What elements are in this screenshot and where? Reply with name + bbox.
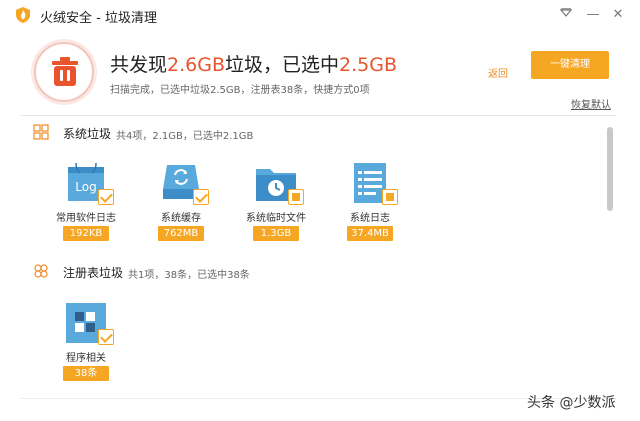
system-junk-title: 系统垃圾 [63,127,112,141]
svg-text:Log: Log [75,180,96,194]
title-bar: 火绒安全 - 垃圾清理 — ✕ [0,0,640,30]
one-click-clean-button[interactable]: 一键清理 [531,51,609,79]
scan-headline: 共发现2.6GB垃圾，已选中2.5GB [110,50,397,77]
checked-checkbox[interactable] [98,189,114,205]
huorong-shield-logo-icon [16,7,30,23]
partial-checkbox[interactable] [382,189,398,205]
checked-checkbox[interactable] [98,329,114,345]
checked-checkbox[interactable] [193,189,209,205]
item-label: 系统缓存 [161,213,201,224]
trash-badge [34,42,94,102]
restore-default-link[interactable]: 恢复默认 [571,96,611,111]
item-label: 系统日志 [350,213,390,224]
item-label: 程序相关 [66,353,106,364]
item-label: 系统临时文件 [246,213,306,224]
system-junk-summary: 共4项，2.1GB，已选中2.1GB [116,131,254,142]
junk-item-system-log[interactable]: 系统日志 37.4MB [330,161,410,251]
registry-flower-icon [34,264,48,278]
minimize-button[interactable]: — [584,6,602,24]
back-link[interactable]: 返回 [488,65,508,80]
headline-prefix: 共发现 [110,54,168,76]
junk-item-program-related[interactable]: 程序相关 38条 [46,301,126,391]
scan-status: 扫描完成，已选中垃圾2.5GB，注册表38条，快捷方式0项 [110,85,370,96]
item-size-badge: 762MB [158,226,204,241]
window-title: 火绒安全 - 垃圾清理 [40,11,157,26]
junk-item-software-log[interactable]: Log 常用软件日志 192KB [46,161,126,251]
skin-menu-button[interactable] [557,6,575,24]
registry-junk-summary: 共1项，38条，已选中38条 [128,270,250,281]
cleanup-window: 火绒安全 - 垃圾清理 — ✕ 共发现2.6GB垃圾，已选中2.5GB 扫描完成… [0,0,640,421]
registry-junk-title: 注册表垃圾 [63,266,124,280]
triangle-down-icon [559,8,573,17]
selected-size: 2.5GB [339,54,397,76]
windows-icon [33,124,49,140]
vertical-scrollbar[interactable] [607,127,613,211]
watermark-text: 头条 @少数派 [527,395,616,411]
junk-list: 系统垃圾 共4项，2.1GB，已选中2.1GB Log 常用软件日志 192KB [0,116,640,398]
item-label: 常用软件日志 [56,213,116,224]
scan-summary: 共发现2.6GB垃圾，已选中2.5GB 扫描完成，已选中垃圾2.5GB，注册表3… [0,30,640,112]
trash-icon [52,57,78,86]
item-size-badge: 192KB [63,226,109,241]
item-size-badge: 37.4MB [347,226,393,241]
junk-item-temp-files[interactable]: 系统临时文件 1.3GB [236,161,316,251]
item-size-badge: 38条 [63,366,109,381]
item-size-badge: 1.3GB [253,226,299,241]
headline-mid: 垃圾，已选中 [225,54,340,76]
found-size: 2.6GB [167,54,225,76]
junk-item-system-cache[interactable]: 系统缓存 762MB [141,161,221,251]
partial-checkbox[interactable] [288,189,304,205]
close-button[interactable]: ✕ [609,6,627,24]
